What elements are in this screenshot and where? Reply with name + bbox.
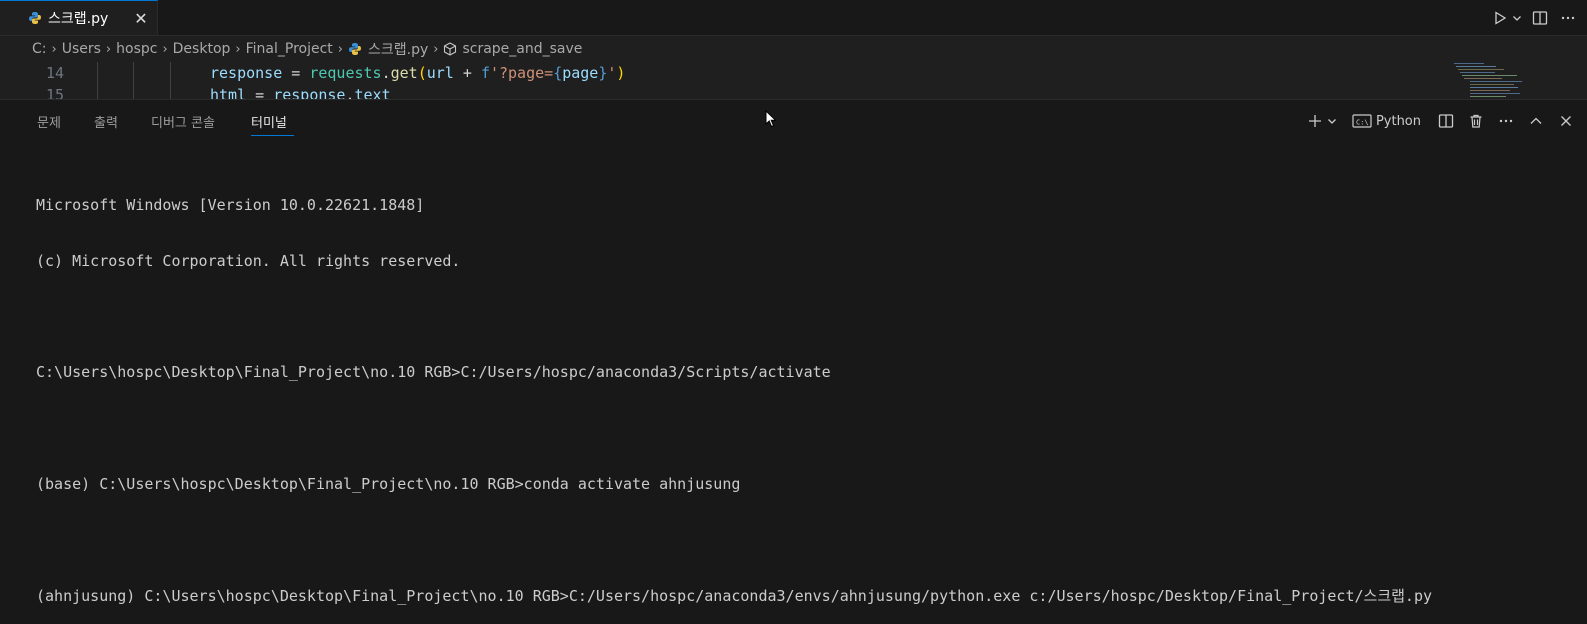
panel-actions: C:\ Python [1304,108,1577,134]
code-token: f [480,64,490,82]
python-file-icon [29,12,41,24]
chevron-right-icon: › [235,41,241,57]
terminal-line: Microsoft Windows [Version 10.0.22621.18… [36,196,425,214]
run-icon[interactable] [1489,7,1511,29]
code-token: get [390,64,418,82]
mouse-cursor-icon [765,110,777,128]
close-icon[interactable] [1555,110,1577,132]
python-file-icon [348,43,361,55]
code-text: html = response.text [210,86,391,99]
breadcrumb-item[interactable]: scrape_and_save [462,41,582,57]
terminal-profile[interactable]: C:\ Python [1352,113,1421,129]
terminal-icon: C:\ [1352,114,1372,128]
code-token: . [381,64,391,82]
code-token: = [282,64,310,82]
code-line: 15 html = response.text [0,86,1450,99]
code-token: page [562,64,599,82]
tab-debug-console[interactable]: 디버그 콘솔 [151,112,215,131]
chevron-up-icon[interactable] [1525,110,1547,132]
code-line: 14 response = requests.get(url + f'?page=… [0,64,1450,86]
code-token: requests [309,64,382,82]
chevron-down-icon[interactable] [1326,110,1338,132]
code-token: '?page= [489,64,554,82]
tab-label: 스크랩.py [48,11,109,27]
code-token: ( [417,64,427,82]
tab-terminal[interactable]: 터미널 [251,112,287,131]
code-token: url [426,64,454,82]
breadcrumb-item[interactable]: Users [62,41,101,57]
function-cube-icon [444,42,457,56]
code-editor[interactable]: 14 response = requests.get(url + f'?page=… [0,62,1587,99]
more-icon[interactable] [1495,110,1517,132]
breadcrumb-item[interactable]: C: [32,41,47,57]
breadcrumb-item[interactable]: Desktop [173,41,231,57]
chevron-right-icon: › [51,41,57,57]
more-icon[interactable] [1557,7,1579,29]
code-token: response [210,64,283,82]
active-tab-indicator [251,135,294,136]
trash-icon[interactable] [1465,110,1487,132]
close-tab-button[interactable]: ✕ [130,7,152,29]
tab-problems[interactable]: 문제 [37,112,61,131]
chevron-right-icon: › [337,41,343,57]
terminal-line: (c) Microsoft Corporation. All rights re… [36,251,461,270]
code-token: ) [616,64,626,82]
terminal-output[interactable]: Microsoft Windows [Version 10.0.22621.18… [36,160,1432,624]
terminal-line: (base) C:\Users\hospc\Desktop\Final_Proj… [36,474,741,493]
breadcrumb-item[interactable]: 스크랩.py [368,39,428,59]
terminal-line: C:\Users\hospc\Desktop\Final_Project\no.… [36,363,831,382]
tab-output[interactable]: 출력 [94,112,118,131]
code-token: = [246,86,274,99]
plus-icon[interactable] [1304,110,1326,132]
chevron-right-icon: › [105,41,112,57]
code-token: + [453,64,481,82]
editor-tab[interactable]: 스크랩.py ✕ [0,0,158,35]
code-token: . [345,86,355,99]
editor-actions [1489,0,1579,35]
breadcrumb-item[interactable]: Final_Project [246,41,333,57]
breadcrumb-item[interactable]: hospc [116,41,157,57]
code-token: html [210,86,247,99]
code-token: { [553,64,563,82]
line-number: 15 [45,86,64,99]
line-number: 14 [45,64,64,82]
editor-tab-bar: 스크랩.py ✕ [0,0,1587,36]
code-text: response = requests.get(url + f'?page={p… [210,64,625,82]
breadcrumb: C: › Users › hospc › Desktop › Final_Pro… [0,36,1587,62]
split-terminal-icon[interactable] [1435,110,1457,132]
minimap[interactable] [1452,62,1572,99]
split-editor-icon[interactable] [1529,7,1551,29]
svg-text:C:\: C:\ [1356,119,1369,127]
terminal-profile-label: Python [1375,113,1421,129]
chevron-right-icon: › [162,41,168,57]
code-token: response [273,86,346,99]
chevron-right-icon: › [433,41,439,57]
code-token: text [354,86,391,99]
terminal-line: (ahnjusung) C:\Users\hospc\Desktop\Final… [36,586,1433,605]
chevron-down-icon[interactable] [1511,7,1523,29]
